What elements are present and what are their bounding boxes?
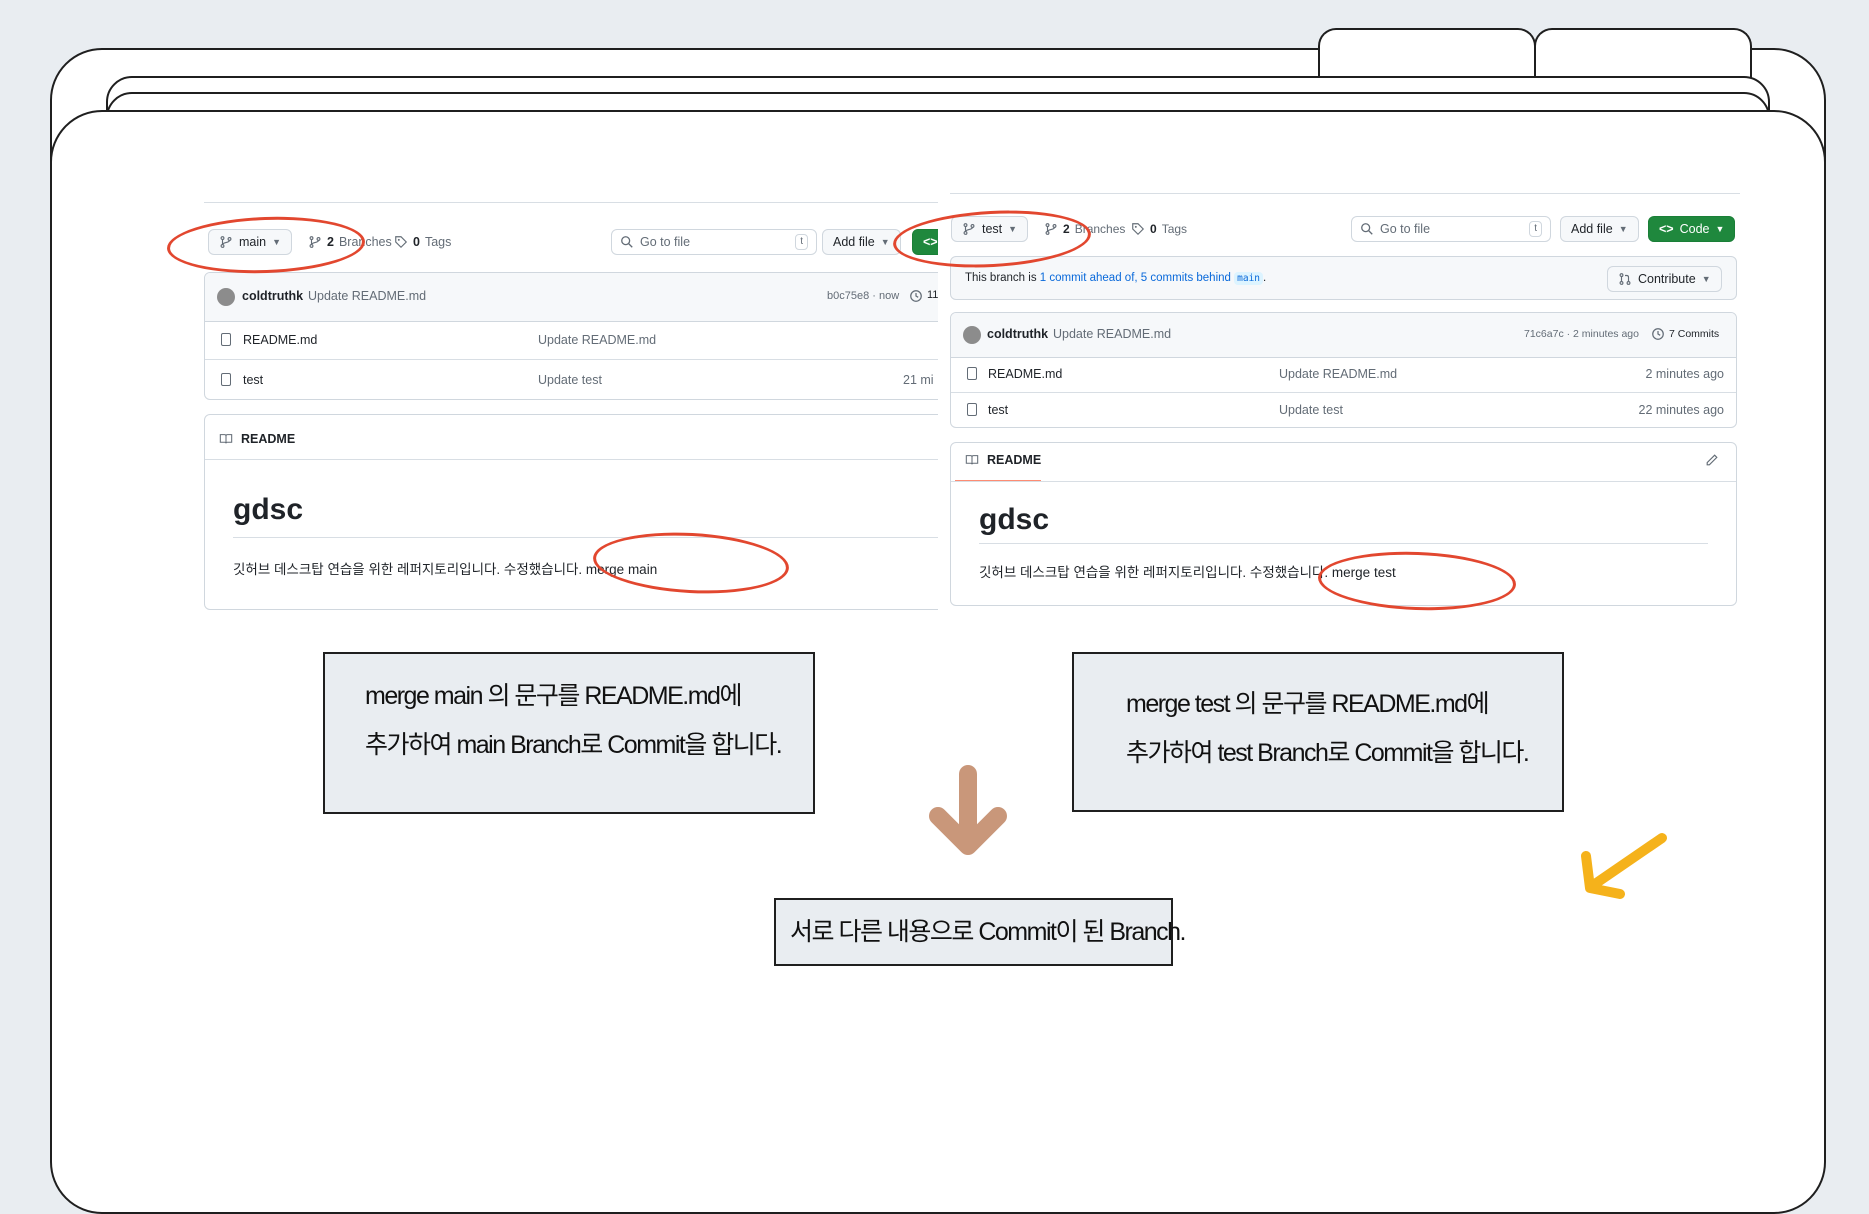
tags-label: Tags xyxy=(424,235,452,249)
contribute-button[interactable]: Contribute ▼ xyxy=(1607,266,1722,292)
book-icon xyxy=(965,455,979,465)
note-line: merge test 의 문구를 README.md에 xyxy=(1126,690,1490,718)
file-name[interactable]: README.md xyxy=(988,367,1062,381)
status-prefix: This branch is xyxy=(965,272,1040,284)
readme-tab[interactable]: README xyxy=(987,453,1041,467)
commits-count[interactable]: 11 xyxy=(927,289,938,301)
readme-tab[interactable]: README xyxy=(241,432,295,446)
note-line: 추가하여 main Branch로 Commit을 합니다. xyxy=(365,731,783,759)
branch-status-bar: This branch is 1 commit ahead of, 5 comm… xyxy=(950,256,1737,300)
file-list-box: coldtruthk Update README.md b0c75e8 · no… xyxy=(204,272,938,400)
tags-link[interactable]: 0 Tags xyxy=(1131,222,1187,236)
pencil-icon[interactable] xyxy=(1705,453,1719,467)
avatar[interactable] xyxy=(963,326,981,344)
caret-down-icon: ▼ xyxy=(1618,224,1628,234)
commit-author[interactable]: coldtruthk xyxy=(242,289,303,303)
note-line: 추가하여 test Branch로 Commit을 합니다. xyxy=(1126,739,1530,767)
file-commit-message[interactable]: Update test xyxy=(538,373,602,387)
search-placeholder: Go to file xyxy=(640,235,691,249)
search-icon xyxy=(1361,223,1373,235)
readme-title: gdsc xyxy=(979,503,1050,536)
add-file-label: Add file xyxy=(1571,222,1613,236)
branch-status-text: This branch is 1 commit ahead of, 5 comm… xyxy=(965,272,1267,285)
history-icon xyxy=(1652,328,1664,340)
note-divergent-branches: 서로 다른 내용으로 Commit이 된 Branch. xyxy=(774,898,1187,966)
commit-hash-time[interactable]: b0c75e8 · now xyxy=(827,290,899,302)
latest-commit-bar: coldtruthk Update README.md 71c6a7c · 2 … xyxy=(951,313,1736,358)
commits-count[interactable]: 7 Commits xyxy=(1669,328,1719,340)
tags-link[interactable]: 0 Tags xyxy=(394,235,451,249)
book-icon xyxy=(219,434,233,444)
latest-commit-bar: coldtruthk Update README.md b0c75e8 · no… xyxy=(205,273,938,322)
history-icon xyxy=(910,290,922,302)
readme-tab-divider xyxy=(205,459,938,460)
go-to-file-search[interactable]: Go to file t xyxy=(1351,216,1551,242)
readme-box: README gdsc 깃허브 데스크탑 연습을 위한 레퍼지토리입니다. 수정… xyxy=(204,414,938,610)
file-commit-message[interactable]: Update README.md xyxy=(1279,367,1397,381)
code-button-label: Code xyxy=(1679,222,1710,236)
file-row[interactable]: README.md Update README.md 2 minutes ago xyxy=(951,357,1736,392)
readme-tab-divider xyxy=(951,481,1736,482)
file-commit-message[interactable]: Update test xyxy=(1279,403,1343,417)
commit-author[interactable]: coldtruthk xyxy=(987,327,1048,341)
search-icon xyxy=(621,236,633,248)
file-icon xyxy=(221,373,231,386)
file-name[interactable]: test xyxy=(988,403,1008,417)
note-merge-test: merge test 의 문구를 README.md에 추가하여 test Br… xyxy=(1072,652,1564,812)
ahead-link[interactable]: 1 commit ahead of, xyxy=(1040,272,1138,284)
file-time: 21 mi xyxy=(903,373,934,387)
add-file-button[interactable]: Add file ▼ xyxy=(1560,216,1639,242)
repo-panel-test: test ▼ 2 Branches 0 Tags Go to file t Ad… xyxy=(950,190,1740,620)
base-branch-label[interactable]: main xyxy=(1234,272,1264,285)
file-icon xyxy=(967,403,977,416)
file-list-box: coldtruthk Update README.md 71c6a7c · 2 … xyxy=(950,312,1737,428)
go-to-file-search[interactable]: Go to file t xyxy=(611,229,817,255)
tags-count: 0 xyxy=(413,235,420,249)
file-icon xyxy=(221,333,231,346)
code-button[interactable]: <> Code ▼ xyxy=(1648,216,1736,242)
file-name[interactable]: README.md xyxy=(243,333,317,347)
commit-message[interactable]: Update README.md xyxy=(1053,327,1171,341)
caret-down-icon: ▼ xyxy=(1701,274,1711,284)
file-commit-message[interactable]: Update README.md xyxy=(538,333,656,347)
file-row[interactable]: test Update test 22 minutes ago xyxy=(951,392,1736,427)
note-line: 서로 다른 내용으로 Commit이 된 Branch. xyxy=(790,918,1187,946)
shortcut-key: t xyxy=(1529,221,1542,237)
diagonal-arrow-icon xyxy=(1581,833,1667,899)
readme-title-rule xyxy=(233,537,938,538)
behind-link[interactable]: 5 commits behind xyxy=(1141,272,1231,284)
file-time: 2 minutes ago xyxy=(1645,367,1724,381)
file-name[interactable]: test xyxy=(243,373,263,387)
contribute-label: Contribute xyxy=(1638,272,1696,286)
panel-divider xyxy=(950,193,1740,194)
tags-count: 0 xyxy=(1150,222,1157,236)
file-time: 22 minutes ago xyxy=(1638,403,1724,417)
status-suffix: . xyxy=(1263,272,1267,284)
add-file-label: Add file xyxy=(833,235,875,249)
shortcut-key: t xyxy=(795,234,808,250)
tags-label: Tags xyxy=(1161,222,1188,236)
code-icon: <> xyxy=(1659,222,1674,236)
panel-divider xyxy=(204,202,938,203)
caret-down-icon: ▼ xyxy=(1715,224,1725,234)
caret-down-icon: ▼ xyxy=(880,237,890,247)
down-arrow-icon xyxy=(929,765,1007,855)
file-icon xyxy=(967,367,977,380)
file-row[interactable]: test Update test 21 mi xyxy=(205,359,938,399)
commit-hash-time[interactable]: 71c6a7c · 2 minutes ago xyxy=(1524,328,1639,340)
add-file-button[interactable]: Add file ▼ xyxy=(822,229,901,255)
note-merge-main: merge main 의 문구를 README.md에 추가하여 main Br… xyxy=(323,652,815,814)
readme-title: gdsc xyxy=(233,493,304,526)
note-line: merge main 의 문구를 README.md에 xyxy=(365,682,742,710)
tag-icon xyxy=(1132,223,1145,236)
file-row[interactable]: README.md Update README.md xyxy=(205,321,938,359)
avatar[interactable] xyxy=(217,288,235,306)
search-placeholder: Go to file xyxy=(1380,222,1431,236)
pull-request-icon xyxy=(1619,273,1631,285)
tag-icon xyxy=(395,236,408,249)
commit-message[interactable]: Update README.md xyxy=(308,289,426,303)
readme-title-rule xyxy=(979,543,1708,544)
